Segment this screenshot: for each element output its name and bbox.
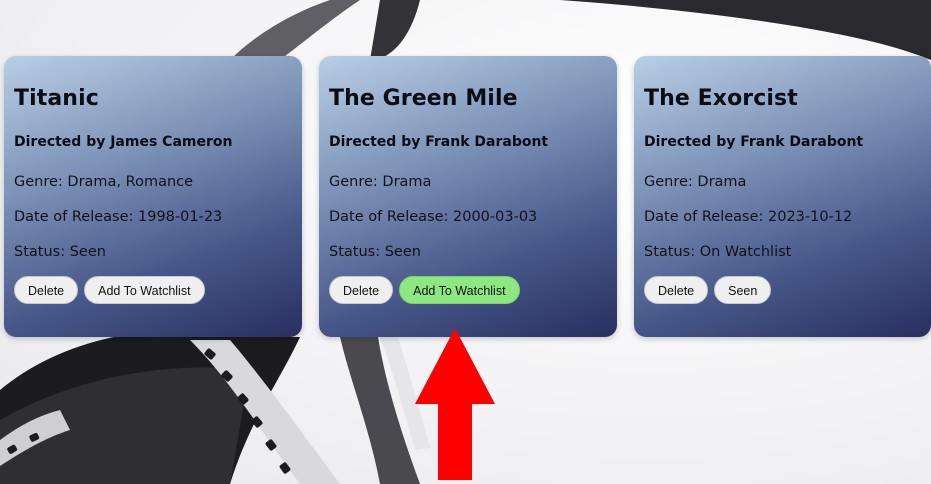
card-actions: Delete Add To Watchlist xyxy=(329,276,617,304)
movie-title: The Green Mile xyxy=(329,86,518,111)
add-to-watchlist-button[interactable]: Add To Watchlist xyxy=(399,276,520,304)
delete-button[interactable]: Delete xyxy=(329,276,394,304)
movie-release-date: Date of Release: 2000-03-03 xyxy=(329,209,538,225)
movie-card: Titanic Directed by James Cameron Genre:… xyxy=(4,56,302,337)
delete-button[interactable]: Delete xyxy=(644,276,709,304)
movie-genre: Genre: Drama, Romance xyxy=(14,174,194,190)
movie-director: Directed by Frank Darabont xyxy=(644,134,864,150)
movie-card: The Green Mile Directed by Frank Darabon… xyxy=(319,56,617,337)
movie-genre: Genre: Drama xyxy=(329,174,432,190)
seen-button[interactable]: Seen xyxy=(714,276,772,304)
movie-genre: Genre: Drama xyxy=(644,174,747,190)
movie-title: Titanic xyxy=(14,86,99,111)
movie-status: Status: On Watchlist xyxy=(644,244,792,260)
add-to-watchlist-button[interactable]: Add To Watchlist xyxy=(84,276,205,304)
card-actions: Delete Seen xyxy=(644,276,931,304)
movie-director: Directed by Frank Darabont xyxy=(329,134,549,150)
movie-release-date: Date of Release: 2023-10-12 xyxy=(644,209,853,225)
movie-card: The Exorcist Directed by Frank Darabont … xyxy=(634,56,931,337)
movie-status: Status: Seen xyxy=(329,244,421,260)
movie-release-date: Date of Release: 1998-01-23 xyxy=(14,209,223,225)
movie-status: Status: Seen xyxy=(14,244,106,260)
movie-title: The Exorcist xyxy=(644,86,798,111)
delete-button[interactable]: Delete xyxy=(14,276,79,304)
card-actions: Delete Add To Watchlist xyxy=(14,276,302,304)
movie-director: Directed by James Cameron xyxy=(14,134,233,150)
